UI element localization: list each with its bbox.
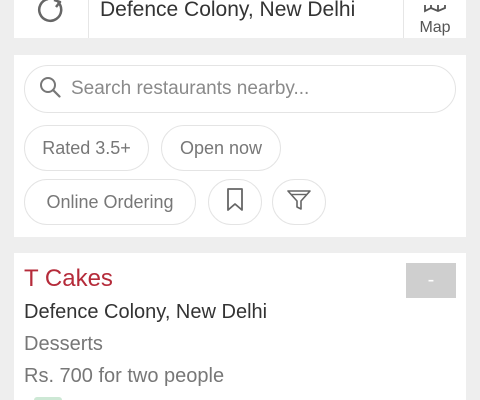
- refresh-icon: [36, 0, 66, 29]
- page: Defence Colony, New Delhi Map Search res…: [0, 0, 480, 400]
- bookmark-icon: [226, 187, 244, 217]
- restaurant-card[interactable]: T Cakes Defence Colony, New Delhi Desser…: [14, 253, 466, 400]
- filter-open-now-chip[interactable]: Open now: [161, 125, 281, 171]
- map-button[interactable]: Map: [403, 0, 466, 38]
- filter-funnel-icon: [287, 188, 311, 217]
- search-placeholder: Search restaurants nearby...: [71, 78, 310, 99]
- search-input[interactable]: Search restaurants nearby...: [24, 65, 456, 113]
- restaurant-cost: Rs. 700 for two people: [24, 365, 225, 387]
- filter-online-ordering-chip[interactable]: Online Ordering: [24, 179, 196, 225]
- location-bar: Defence Colony, New Delhi Map: [14, 0, 466, 38]
- filters-panel: Search restaurants nearby... Rated 3.5+ …: [14, 55, 466, 237]
- bookmark-filter-button[interactable]: [208, 179, 262, 225]
- more-filters-button[interactable]: [272, 179, 326, 225]
- current-location[interactable]: Defence Colony, New Delhi: [89, 0, 403, 38]
- search-icon: [39, 76, 61, 103]
- filter-rated-chip[interactable]: Rated 3.5+: [24, 125, 149, 171]
- rating-badge: -: [406, 263, 456, 298]
- restaurant-name[interactable]: T Cakes: [24, 265, 113, 293]
- refresh-button[interactable]: [14, 0, 89, 38]
- restaurant-location: Defence Colony, New Delhi: [24, 301, 268, 323]
- restaurant-cuisine: Desserts: [24, 333, 103, 355]
- map-icon: [422, 0, 448, 18]
- map-label: Map: [419, 19, 451, 36]
